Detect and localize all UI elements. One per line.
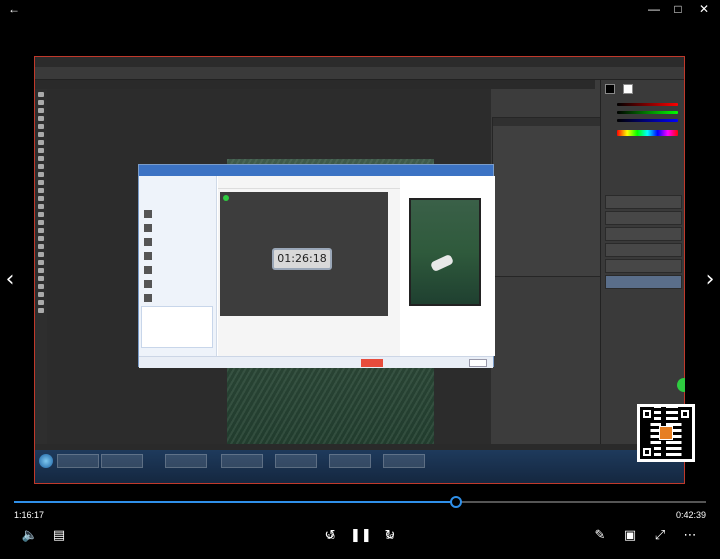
seek-bar-fill [14,501,457,503]
video-player: ← — □ ✕ ‹ › 01:26:18 1:16:17 0:42:39 🔈 ▤… [0,0,720,559]
chat-title-bar [139,165,493,176]
forward-seconds: 30 [386,534,394,541]
chat-bottom-bar [139,356,493,368]
exit-button [361,359,383,367]
green-tab-indicator [677,378,685,392]
pause-icon[interactable]: ❚❚ [350,527,372,545]
maximize-icon[interactable]: □ [668,1,688,17]
rewind-seconds: 10 [327,534,335,541]
total-time: 0:42:39 [675,510,706,520]
current-time: 1:16:17 [14,510,45,520]
title-bar: ← — □ ✕ [0,0,720,18]
ps-menu-bar [35,57,684,67]
mini-view-icon[interactable]: ▣ [620,527,640,545]
volume-icon[interactable]: 🔈 [20,527,40,545]
ps-right-panels [600,80,684,444]
fullscreen-icon[interactable]: ⤢ [650,527,670,545]
shared-photo [409,198,481,306]
subtitles-icon[interactable]: ▤ [49,527,69,545]
ps-options-bar [35,67,684,80]
minimize-icon[interactable]: — [644,1,664,17]
close-icon[interactable]: ✕ [694,1,714,17]
chat-messages [401,176,495,356]
chevron-left-icon[interactable]: ‹ [2,268,18,292]
chat-member-list [139,176,217,356]
chevron-right-icon[interactable]: › [702,268,718,292]
pencil-icon[interactable]: ✎ [590,527,610,545]
screen-share-panel: 01:26:18 [218,176,400,356]
seek-bar-thumb[interactable] [450,496,463,508]
shared-chat-window: 01:26:18 [138,164,495,368]
ad-box [141,306,213,348]
share-timer: 01:26:18 [272,248,332,270]
qr-logo [659,426,673,440]
ps-toolbox [35,89,47,444]
back-arrow-icon[interactable]: ← [4,1,24,17]
screen-share-area: 01:26:18 [220,192,388,316]
more-icon[interactable]: ⋯ [680,527,700,545]
qr-code [637,404,695,462]
send-button [469,359,487,367]
seek-bar[interactable] [14,496,706,508]
windows-taskbar [35,450,684,483]
ps-document-tabs [35,80,595,89]
